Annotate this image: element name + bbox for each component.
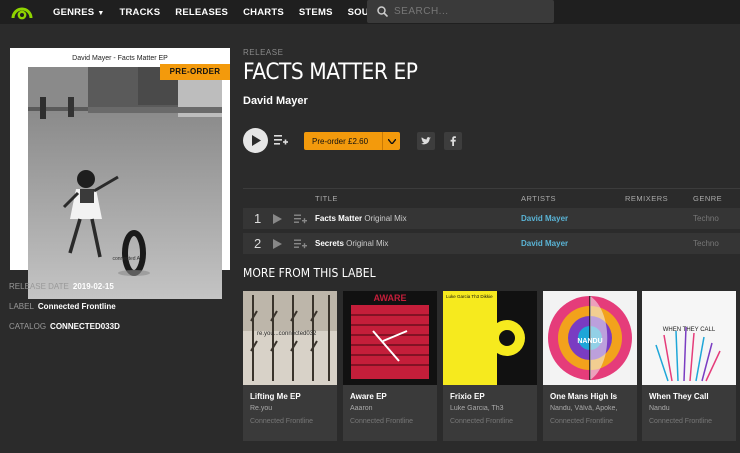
release-card-artist[interactable]: Re.you (250, 405, 334, 412)
artwork-credit: connected A (112, 256, 140, 262)
top-nav: GENRES▼ TRACKS RELEASES CHARTS STEMS SOU… (0, 0, 740, 24)
label-label: LABEL (9, 302, 34, 311)
release-card-artist[interactable]: Nandu, Välvä, Apoke, (550, 405, 634, 412)
release-card[interactable]: WHEN THEY CALL When They Call Nandu Conn… (642, 291, 736, 441)
release-card-artwork[interactable]: Luke Garcia Th3 Dikkie (443, 291, 537, 385)
column-artists[interactable]: ARTISTS (521, 194, 556, 203)
release-card[interactable]: NANDU One Mans High Is Nandu, Välvä, Apo… (543, 291, 637, 441)
release-card[interactable]: Luke Garcia Th3 Dikkie Frixio EP Luke Ga… (443, 291, 537, 441)
nav-stems[interactable]: STEMS (299, 7, 333, 18)
track-number: 2 (254, 236, 262, 251)
nav-genres[interactable]: GENRES ▼ (53, 7, 104, 18)
tracklist-header: TITLE ARTISTS REMIXERS GENRE (243, 188, 740, 206)
track-artist-link[interactable]: David Mayer (521, 214, 568, 223)
release-card[interactable]: re.you...connected032 Lifting Me EP Re.y… (243, 291, 337, 441)
release-artist-link[interactable]: David Mayer (243, 95, 308, 107)
section-label: RELEASE (243, 48, 284, 57)
facebook-share-button[interactable] (444, 132, 462, 150)
release-card-label[interactable]: Connected Frontline (250, 418, 313, 425)
table-row[interactable]: 2 Secrets Original Mix David Mayer Techn… (243, 233, 740, 255)
facebook-icon (450, 136, 456, 146)
catalog-label: CATALOG (9, 322, 47, 331)
chevron-down-icon[interactable] (382, 132, 400, 150)
release-card-title[interactable]: When They Call (649, 392, 709, 401)
track-genre-link[interactable]: Techno (693, 214, 719, 223)
twitter-share-button[interactable] (417, 132, 435, 150)
card-art-text: NANDU (577, 338, 602, 345)
beatport-logo-icon[interactable] (10, 3, 34, 21)
release-card-artist[interactable]: Luke Garcia, Th3 (450, 405, 534, 412)
nav-releases[interactable]: RELEASES (175, 7, 228, 18)
preorder-button-label: Pre-order £2.60 (312, 136, 369, 146)
more-from-label-heading: MORE FROM THIS LABEL (243, 266, 376, 280)
twitter-icon (421, 137, 431, 145)
card-art-text: AWARE (373, 293, 406, 303)
search-placeholder: SEARCH... (394, 6, 449, 17)
track-title-link[interactable]: Facts Matter Original Mix (315, 214, 407, 223)
release-artwork: David Mayer - Facts Matter EP connected … (10, 48, 230, 299)
play-icon[interactable] (273, 239, 282, 249)
release-date-row: RELEASE DATE 2019-02-15 (9, 282, 114, 291)
release-card-artwork[interactable]: re.you...connected032 (243, 291, 337, 385)
artwork-photo (28, 67, 222, 299)
release-card-artist[interactable]: Aaaron (350, 405, 434, 412)
preorder-button[interactable]: Pre-order £2.60 (304, 132, 400, 150)
column-title[interactable]: TITLE (315, 194, 338, 203)
label-row: LABEL Connected Frontline (9, 302, 116, 311)
release-card-artwork[interactable]: WHEN THEY CALL (642, 291, 736, 385)
track-artist-link[interactable]: David Mayer (521, 239, 568, 248)
catalog-value: CONNECTED033D (50, 322, 120, 331)
card-art-text: WHEN THEY CALL (663, 327, 716, 333)
add-to-queue-icon[interactable] (274, 134, 288, 146)
play-icon (251, 135, 261, 146)
artwork-title: David Mayer - Facts Matter EP (72, 55, 168, 62)
release-card[interactable]: AWARE Aware EP Aaaron Connected Frontlin… (343, 291, 437, 441)
play-button[interactable] (243, 128, 268, 153)
column-genre[interactable]: GENRE (693, 194, 722, 203)
nav-tracks[interactable]: TRACKS (119, 7, 160, 18)
add-to-queue-icon[interactable] (294, 214, 307, 224)
release-card-artwork[interactable]: NANDU (543, 291, 637, 385)
chevron-down-icon: ▼ (97, 9, 105, 17)
card-art-text: re.you...connected032 (257, 331, 317, 337)
page-title: FACTS MATTER EP (243, 60, 418, 85)
release-card-label[interactable]: Connected Frontline (350, 418, 413, 425)
preorder-badge: PRE-ORDER (160, 64, 230, 80)
search-icon (377, 6, 388, 17)
release-card-label[interactable]: Connected Frontline (450, 418, 513, 425)
nav-charts[interactable]: CHARTS (243, 7, 284, 18)
track-number: 1 (254, 211, 262, 226)
catalog-row: CATALOG CONNECTED033D (9, 322, 120, 331)
release-card-title[interactable]: Lifting Me EP (250, 392, 301, 401)
search-input[interactable]: SEARCH... (367, 0, 554, 23)
track-title-link[interactable]: Secrets Original Mix (315, 239, 388, 248)
track-genre-link[interactable]: Techno (693, 239, 719, 248)
add-to-queue-icon[interactable] (294, 239, 307, 249)
table-row[interactable]: 1 Facts Matter Original Mix David Mayer … (243, 208, 740, 230)
release-card-title[interactable]: One Mans High Is (550, 392, 617, 401)
release-card-title[interactable]: Frixio EP (450, 392, 485, 401)
column-remixers[interactable]: REMIXERS (625, 194, 668, 203)
release-card-title[interactable]: Aware EP (350, 392, 387, 401)
release-date-label: RELEASE DATE (9, 282, 69, 291)
nav-menu: GENRES▼ TRACKS RELEASES CHARTS STEMS SOU… (53, 0, 404, 24)
play-icon[interactable] (273, 214, 282, 224)
release-card-artwork[interactable]: AWARE (343, 291, 437, 385)
release-card-label[interactable]: Connected Frontline (550, 418, 613, 425)
card-art-text: Luke Garcia Th3 Dikkie (446, 294, 493, 299)
release-date-value: 2019-02-15 (72, 282, 114, 291)
label-link[interactable]: Connected Frontline (38, 302, 116, 311)
release-card-artist[interactable]: Nandu (649, 405, 733, 412)
release-card-label[interactable]: Connected Frontline (649, 418, 712, 425)
